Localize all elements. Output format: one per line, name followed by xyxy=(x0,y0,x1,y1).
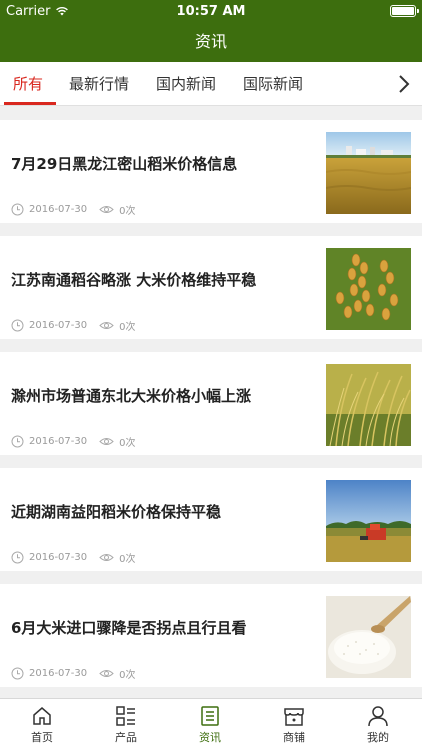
eye-icon xyxy=(99,669,114,677)
page-title: 资讯 xyxy=(194,32,227,51)
tab-domestic-news[interactable]: 国内新闻 xyxy=(156,62,216,106)
home-icon xyxy=(33,707,51,725)
article-meta: 2016-07-30 0次 xyxy=(11,202,136,217)
tabbar-item-home[interactable]: 首页 xyxy=(0,699,84,750)
article-views: 0次 xyxy=(119,669,136,681)
list-item[interactable]: 江苏南通稻谷略涨 大米价格维持平稳 2016-07-30 0次 xyxy=(0,236,422,339)
article-date: 2016-07-30 xyxy=(29,435,88,447)
article-date: 2016-07-30 xyxy=(29,667,88,679)
article-title: 7月29日黑龙江密山稻米价格信息 xyxy=(11,155,238,173)
article-title: 近期湖南益阳稻米价格保持平稳 xyxy=(11,503,222,521)
tabbar-label: 产品 xyxy=(115,731,137,744)
list-grid-icon xyxy=(116,706,135,726)
tabbar-item-news[interactable]: 资讯 xyxy=(168,699,252,750)
list-item[interactable]: 近期湖南益阳稻米价格保持平稳 2016-07-30 0次 xyxy=(0,468,422,571)
rice-harvester-photo xyxy=(326,480,411,562)
status-time: 10:57 AM xyxy=(176,3,246,19)
document-icon xyxy=(201,706,219,726)
rice-stalks-photo xyxy=(326,364,411,446)
tabbar-item-profile[interactable]: 我的 xyxy=(336,699,420,750)
clock-icon xyxy=(11,435,24,447)
tabbar-label: 首页 xyxy=(31,731,53,744)
list-item[interactable]: 滁州市场普通东北大米价格小幅上涨 2016-07-30 0次 xyxy=(0,352,422,455)
list-item[interactable]: 6月大米进口骤降是否拐点且行且看 2016-07-30 0次 xyxy=(0,584,422,687)
tab-active-indicator xyxy=(4,102,56,105)
article-meta: 2016-07-30 0次 xyxy=(11,666,136,681)
eye-icon xyxy=(99,321,114,329)
tabbar-item-products[interactable]: 产品 xyxy=(84,699,168,750)
clock-icon xyxy=(11,203,24,215)
article-views: 0次 xyxy=(119,205,136,217)
article-date: 2016-07-30 xyxy=(29,319,88,331)
eye-icon xyxy=(99,437,114,445)
list-item[interactable]: 7月29日黑龙江密山稻米价格信息 2016-07-30 0次 xyxy=(0,120,422,223)
clock-icon xyxy=(11,667,24,679)
user-icon xyxy=(368,706,388,727)
app-header: Carrier 10:57 AM 资讯 xyxy=(0,0,422,62)
tabbar-item-shops[interactable]: 商铺 xyxy=(252,699,336,750)
article-meta: 2016-07-30 0次 xyxy=(11,434,136,449)
white-rice-bowl-photo xyxy=(326,596,411,678)
battery-icon xyxy=(390,5,419,17)
article-views: 0次 xyxy=(119,437,136,449)
tab-all[interactable]: 所有 xyxy=(13,62,43,106)
category-tabs: 所有 最新行情 国内新闻 国际新闻 xyxy=(0,62,422,106)
tabbar-label: 资讯 xyxy=(199,731,221,744)
clock-icon xyxy=(11,551,24,563)
tabbar-label: 我的 xyxy=(367,731,389,744)
status-bar: Carrier 10:57 AM xyxy=(0,0,422,22)
article-views: 0次 xyxy=(119,553,136,565)
tab-international-news[interactable]: 国际新闻 xyxy=(243,62,303,106)
tab-latest-market[interactable]: 最新行情 xyxy=(69,62,129,106)
article-meta: 2016-07-30 0次 xyxy=(11,550,136,565)
store-icon xyxy=(284,708,304,726)
clock-icon xyxy=(11,319,24,331)
article-meta: 2016-07-30 0次 xyxy=(11,318,136,333)
bottom-tab-bar: 首页 产品 资讯 商铺 我的 xyxy=(0,698,422,750)
chevron-right-icon[interactable] xyxy=(394,73,414,95)
article-title: 滁州市场普通东北大米价格小幅上涨 xyxy=(11,387,252,405)
article-title: 江苏南通稻谷略涨 大米价格维持平稳 xyxy=(11,271,257,289)
article-date: 2016-07-30 xyxy=(29,203,88,215)
rice-field-with-buildings-photo xyxy=(326,132,411,214)
eye-icon xyxy=(99,205,114,213)
rice-grain-closeup-photo xyxy=(326,248,411,330)
eye-icon xyxy=(99,553,114,561)
tabbar-label: 商铺 xyxy=(283,731,305,744)
article-date: 2016-07-30 xyxy=(29,551,88,563)
article-title: 6月大米进口骤降是否拐点且行且看 xyxy=(11,619,247,637)
article-views: 0次 xyxy=(119,321,136,333)
